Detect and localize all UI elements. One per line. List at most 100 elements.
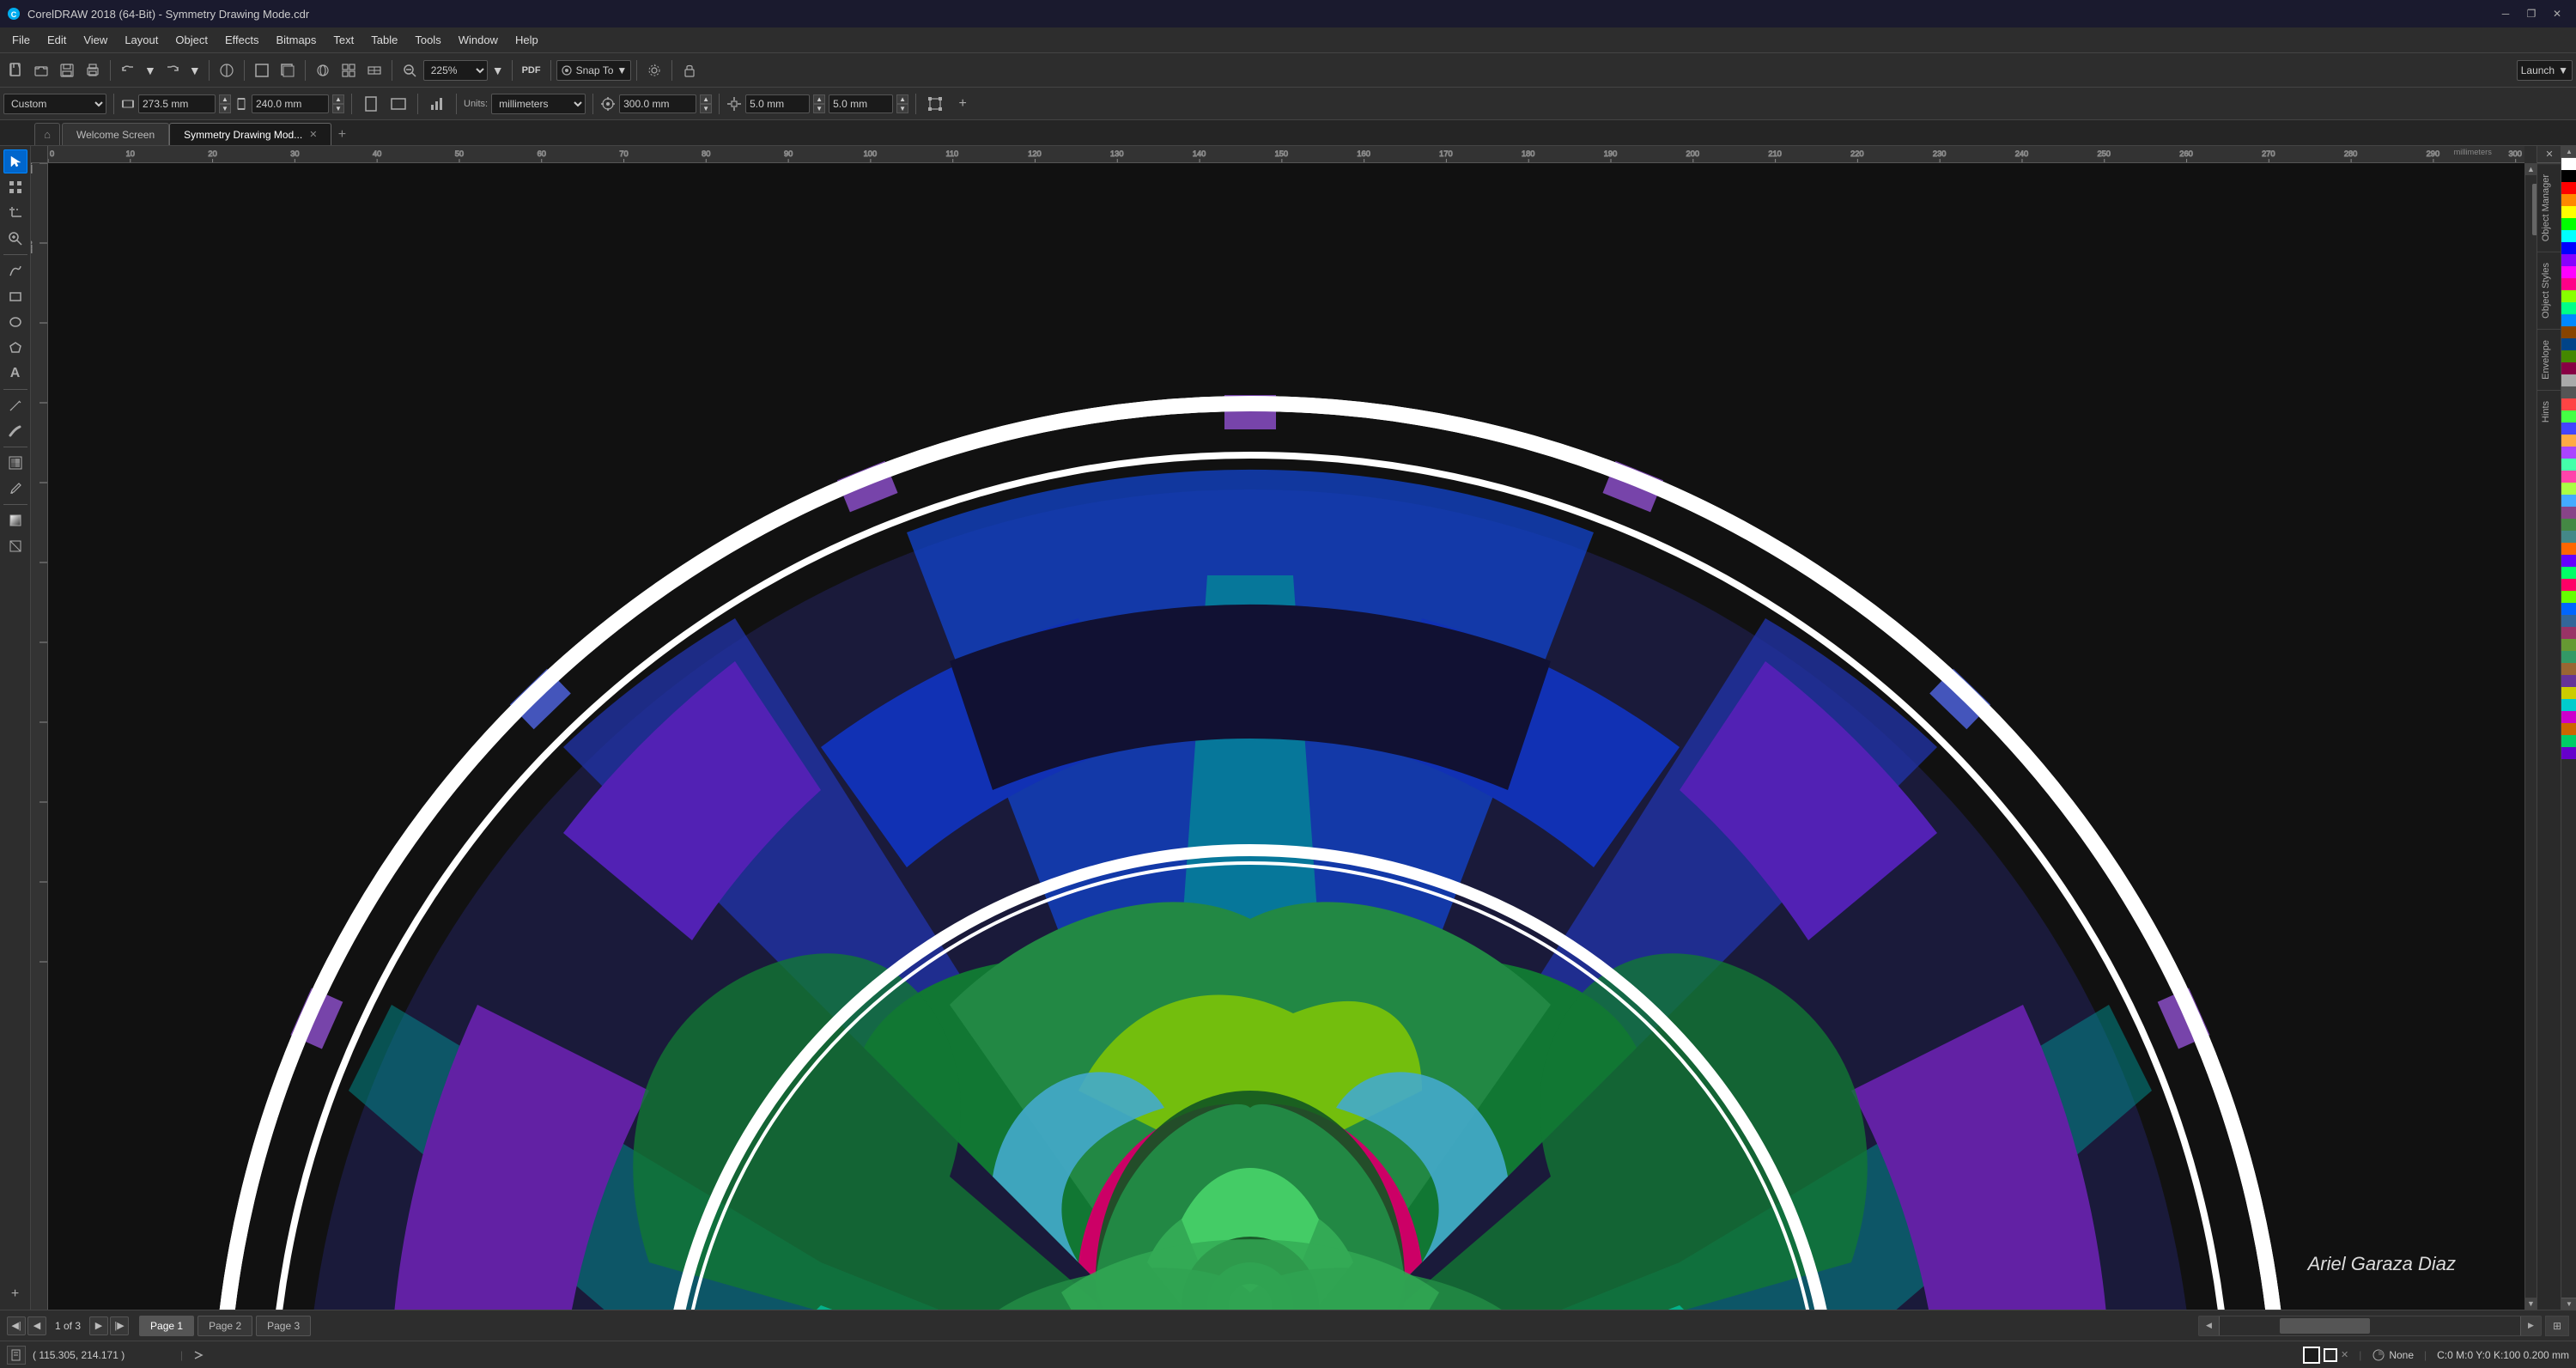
color-indigo[interactable] xyxy=(2561,555,2576,567)
height-input[interactable] xyxy=(252,94,329,113)
statusbar-doc-icon[interactable] xyxy=(7,1346,26,1365)
text-tool[interactable]: A xyxy=(3,362,27,386)
nudge-input[interactable] xyxy=(745,94,810,113)
menu-table[interactable]: Table xyxy=(362,30,406,50)
color-burnt-orange[interactable] xyxy=(2561,723,2576,735)
panel-envelope[interactable]: Envelope xyxy=(2537,329,2561,390)
fill-color-swatch[interactable] xyxy=(2303,1347,2320,1364)
color-olive[interactable] xyxy=(2561,687,2576,699)
last-page-button[interactable]: |▶ xyxy=(110,1316,129,1335)
menu-help[interactable]: Help xyxy=(507,30,547,50)
panel-close-button[interactable]: ✕ xyxy=(2537,146,2561,163)
color-muted-teal[interactable] xyxy=(2561,531,2576,543)
nudge2-up[interactable]: ▲ xyxy=(896,94,908,104)
redo-dropdown[interactable]: ▼ xyxy=(186,58,204,82)
nudge2-down[interactable]: ▼ xyxy=(896,104,908,113)
page-tab-3[interactable]: Page 3 xyxy=(256,1316,311,1336)
panel-object-manager[interactable]: Object Manager xyxy=(2537,163,2561,252)
transparency-tool[interactable] xyxy=(3,534,27,558)
color-light-red[interactable] xyxy=(2561,398,2576,410)
color-fuchsia[interactable] xyxy=(2561,711,2576,723)
calligraphy-tool[interactable] xyxy=(3,419,27,443)
color-aqua[interactable] xyxy=(2561,699,2576,711)
palette-scroll-down[interactable]: ▼ xyxy=(2561,1298,2576,1310)
scrollbar-vertical[interactable]: ▲ ▼ xyxy=(2524,163,2537,1310)
transform-button[interactable] xyxy=(923,92,947,116)
color-dark-pink[interactable] xyxy=(2561,362,2576,374)
page-shadow-button[interactable] xyxy=(276,58,300,82)
color-light-green[interactable] xyxy=(2561,410,2576,423)
page-frame-button[interactable] xyxy=(250,58,274,82)
width-down[interactable]: ▼ xyxy=(219,104,231,113)
color-steel-blue[interactable] xyxy=(2561,615,2576,627)
color-sea-green[interactable] xyxy=(2561,651,2576,663)
minimize-button[interactable]: ─ xyxy=(2494,4,2518,23)
zoom-dropdown-btn[interactable]: ▼ xyxy=(489,58,507,82)
color-light-blue2[interactable] xyxy=(2561,423,2576,435)
undo-dropdown[interactable]: ▼ xyxy=(142,58,159,82)
color-emerald[interactable] xyxy=(2561,735,2576,747)
portrait-button[interactable] xyxy=(359,92,383,116)
print-button[interactable] xyxy=(81,58,105,82)
color-dark-purple[interactable] xyxy=(2561,507,2576,519)
tab-close-icon[interactable]: ✕ xyxy=(309,129,317,140)
position-x-input[interactable] xyxy=(619,94,696,113)
color-olive-green[interactable] xyxy=(2561,639,2576,651)
menu-tools[interactable]: Tools xyxy=(406,30,449,50)
scroll-left-button[interactable]: ◀ xyxy=(2199,1316,2220,1335)
close-button[interactable]: ✕ xyxy=(2545,4,2569,23)
select-tool[interactable] xyxy=(3,149,27,173)
next-page-button[interactable]: ▶ xyxy=(89,1316,108,1335)
color-violet[interactable] xyxy=(2561,675,2576,687)
menu-effects[interactable]: Effects xyxy=(216,30,268,50)
nudge-down[interactable]: ▼ xyxy=(813,104,825,113)
menu-bitmaps[interactable]: Bitmaps xyxy=(267,30,325,50)
node-edit-tool[interactable] xyxy=(3,175,27,199)
color-magenta[interactable] xyxy=(2561,266,2576,278)
page-tab-2[interactable]: Page 2 xyxy=(197,1316,252,1336)
page-layout-button[interactable] xyxy=(425,92,449,116)
height-up[interactable]: ▲ xyxy=(332,94,344,104)
new-button[interactable] xyxy=(3,58,27,82)
color-teal[interactable] xyxy=(2561,302,2576,314)
stroke-color-swatch[interactable] xyxy=(2324,1348,2337,1362)
menu-layout[interactable]: Layout xyxy=(116,30,167,50)
color-blue[interactable] xyxy=(2561,242,2576,254)
document-size-dropdown[interactable]: Custom A4 Letter xyxy=(3,94,106,114)
add-tool-button[interactable]: + xyxy=(3,1282,27,1306)
color-azure[interactable] xyxy=(2561,603,2576,615)
menu-window[interactable]: Window xyxy=(450,30,507,50)
redo-button[interactable] xyxy=(161,58,185,82)
color-peach[interactable] xyxy=(2561,435,2576,447)
color-gray[interactable] xyxy=(2561,374,2576,386)
scroll-down-button[interactable]: ▼ xyxy=(2525,1298,2537,1310)
rectangle-tool[interactable] xyxy=(3,284,27,308)
restore-button[interactable]: ❐ xyxy=(2519,4,2543,23)
zoom-out-button[interactable] xyxy=(398,58,422,82)
color-black[interactable] xyxy=(2561,170,2576,182)
color-white[interactable] xyxy=(2561,158,2576,170)
landscape-button[interactable] xyxy=(386,92,410,116)
color-yellow[interactable] xyxy=(2561,206,2576,218)
snap-to-dropdown[interactable]: Snap To ▼ xyxy=(556,60,632,81)
zoom-to-fit-button[interactable]: ⊞ xyxy=(2545,1316,2569,1336)
add-tab-button[interactable]: + xyxy=(331,125,352,145)
color-sky-blue[interactable] xyxy=(2561,495,2576,507)
color-muted-green[interactable] xyxy=(2561,519,2576,531)
crop-tool[interactable] xyxy=(3,201,27,225)
color-pink[interactable] xyxy=(2561,278,2576,290)
color-rose[interactable] xyxy=(2561,579,2576,591)
symmetry-button[interactable] xyxy=(215,58,239,82)
grid-view-button[interactable] xyxy=(337,58,361,82)
color-red[interactable] xyxy=(2561,182,2576,194)
color-dark-blue[interactable] xyxy=(2561,338,2576,350)
display-quality-button[interactable] xyxy=(362,58,386,82)
height-down[interactable]: ▼ xyxy=(332,104,344,113)
scrollbar-horizontal[interactable]: ◀ ▶ xyxy=(2198,1316,2542,1336)
undo-button[interactable] xyxy=(116,58,140,82)
options-button[interactable] xyxy=(642,58,666,82)
scroll-thumb-v[interactable] xyxy=(2532,184,2537,235)
color-hot-pink[interactable] xyxy=(2561,471,2576,483)
first-page-button[interactable]: ◀| xyxy=(7,1316,26,1335)
pos-x-down[interactable]: ▼ xyxy=(700,104,712,113)
